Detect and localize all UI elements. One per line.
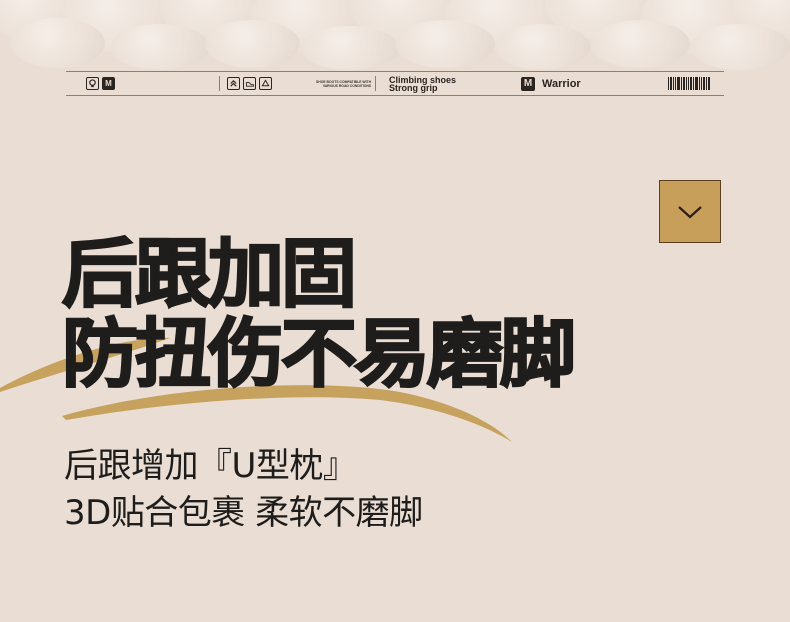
product-detail-panel: M SHOE BOOTS COMPATIBLE WITH VARIOUS ROA… (0, 0, 790, 622)
chevron-down-icon (678, 205, 702, 218)
subtitle-line1: 后跟增加『U型枕』 (64, 446, 357, 486)
scroll-down-button[interactable] (659, 180, 721, 243)
headline-line2: 防扭伤不易磨脚 (61, 310, 577, 398)
subtitle-line2: 3D贴合包裹 柔软不磨脚 (64, 493, 423, 533)
headline-line1: 后跟加固 (61, 230, 358, 318)
